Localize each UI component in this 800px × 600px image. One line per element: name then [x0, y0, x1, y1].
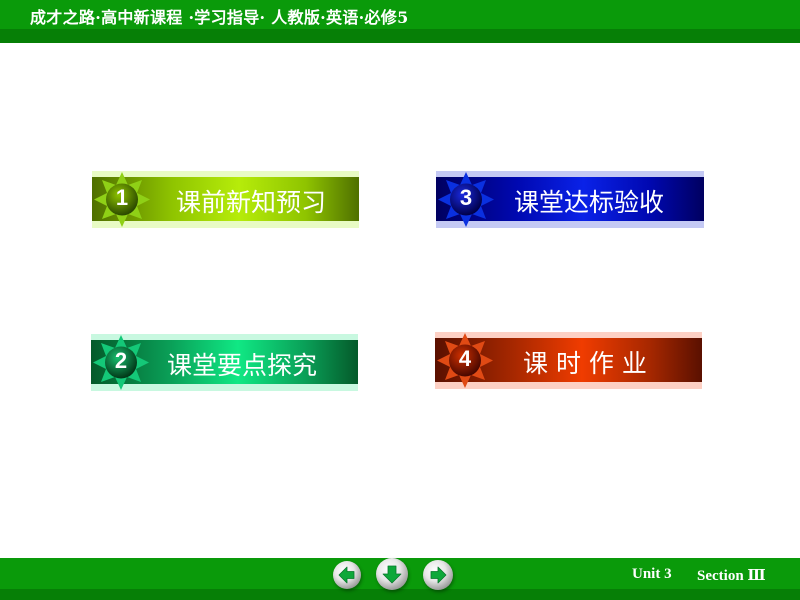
- arrow-right-icon: [430, 566, 447, 584]
- prev-button[interactable]: [333, 561, 361, 589]
- next-button[interactable]: [423, 560, 453, 590]
- menu-item-label: 课堂达标验收: [514, 188, 665, 217]
- header-strip: [0, 29, 800, 43]
- menu-item-assessment[interactable]: 3 课堂达标验收: [436, 171, 704, 228]
- menu-item-homework[interactable]: 4 课 时 作 业: [435, 332, 702, 389]
- section-label: Section Ⅲ: [697, 568, 766, 584]
- unit-label: Unit 3: [632, 566, 672, 582]
- menu-item-label: 课前新知预习: [176, 188, 327, 217]
- menu-item-preview[interactable]: 1 课前新知预习: [92, 171, 359, 228]
- down-button[interactable]: [376, 558, 408, 590]
- arrow-left-icon: [338, 566, 355, 584]
- menu-item-label: 课堂要点探究: [167, 351, 318, 380]
- menu-item-number: 3: [459, 185, 473, 210]
- menu-item-key-points[interactable]: 2 课堂要点探究: [91, 334, 358, 391]
- header-title: 成才之路·高中新课程 ·学习指导· 人教版·英语·必修5: [30, 8, 409, 27]
- menu-item-number: 2: [114, 348, 128, 373]
- arrow-down-icon: [382, 565, 402, 584]
- menu-item-number: 1: [115, 185, 129, 210]
- menu-item-number: 4: [458, 346, 472, 371]
- menu-item-label: 课 时 作 业: [523, 349, 647, 378]
- footer-strip: [0, 589, 800, 600]
